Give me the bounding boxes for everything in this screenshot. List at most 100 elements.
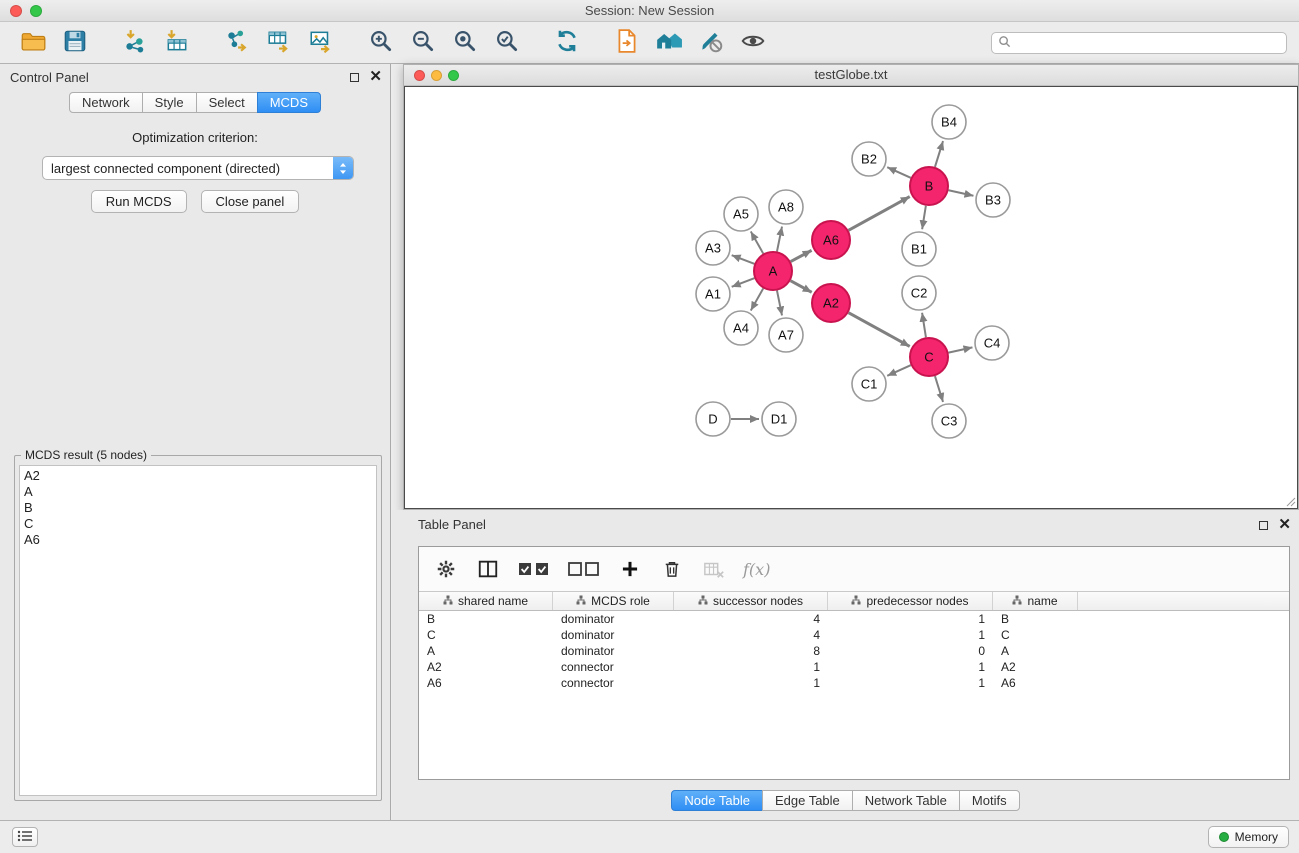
node-C1[interactable]: C1 [852, 367, 886, 401]
node-B3[interactable]: B3 [976, 183, 1010, 217]
import-network-button[interactable] [114, 25, 156, 61]
tab-network[interactable]: Network [69, 92, 143, 113]
criterion-dropdown[interactable]: largest connected component (directed) [42, 156, 354, 180]
node-table-body[interactable]: Bdominator41BCdominator41CAdominator80AA… [419, 611, 1289, 779]
edge-A-A8[interactable] [777, 227, 782, 252]
delete-table-button[interactable] [701, 556, 727, 582]
node-B[interactable]: B [910, 167, 948, 205]
network-zoom-button[interactable] [448, 70, 459, 81]
close-table-panel-icon[interactable]: ✕ [1278, 519, 1291, 531]
node-D[interactable]: D [696, 402, 730, 436]
edge-A-A7[interactable] [777, 291, 782, 316]
node-B1[interactable]: B1 [902, 232, 936, 266]
export-image-button[interactable] [300, 25, 342, 61]
tab-mcds[interactable]: MCDS [257, 92, 321, 113]
save-session-button[interactable] [54, 25, 96, 61]
node-A5[interactable]: A5 [724, 197, 758, 231]
result-list-item[interactable]: A [20, 484, 376, 500]
edge-A6-B[interactable] [849, 197, 910, 231]
table-tab-node-table[interactable]: Node Table [671, 790, 763, 811]
node-C2[interactable]: C2 [902, 276, 936, 310]
edge-A-A2[interactable] [791, 281, 812, 293]
close-panel-icon[interactable]: ✕ [369, 71, 382, 83]
table-tab-motifs[interactable]: Motifs [959, 790, 1020, 811]
float-table-panel-icon[interactable] [1259, 521, 1268, 530]
zoom-out-button[interactable] [402, 25, 444, 61]
table-row[interactable]: A6connector11A6 [419, 675, 1289, 691]
node-C4[interactable]: C4 [975, 326, 1009, 360]
edge-B-B3[interactable] [949, 190, 974, 195]
network-file-button[interactable] [606, 25, 648, 61]
memory-button[interactable]: Memory [1208, 826, 1289, 848]
network-minimize-button[interactable] [431, 70, 442, 81]
table-tab-edge-table[interactable]: Edge Table [762, 790, 853, 811]
mcds-result-list[interactable]: A2ABCA6 [19, 465, 377, 796]
search-input[interactable] [1015, 36, 1280, 50]
home-button[interactable] [648, 25, 690, 61]
node-A6[interactable]: A6 [812, 221, 850, 259]
zoom-in-button[interactable] [360, 25, 402, 61]
create-column-button[interactable] [617, 556, 643, 582]
result-list-item[interactable]: A6 [20, 532, 376, 548]
column-header-MCDS-role[interactable]: MCDS role [553, 592, 674, 610]
node-A1[interactable]: A1 [696, 277, 730, 311]
network-window-titlebar[interactable]: testGlobe.txt [404, 65, 1298, 86]
zoom-window-button[interactable] [30, 5, 42, 17]
deselect-all-button[interactable] [567, 556, 601, 582]
node-A8[interactable]: A8 [769, 190, 803, 224]
result-list-item[interactable]: A2 [20, 468, 376, 484]
edge-A-A1[interactable] [732, 278, 755, 287]
close-window-button[interactable] [10, 5, 22, 17]
node-D1[interactable]: D1 [762, 402, 796, 436]
table-row[interactable]: Adominator80A [419, 643, 1289, 659]
edge-C-C3[interactable] [935, 376, 943, 402]
graphics-details-button[interactable] [690, 25, 732, 61]
node-A7[interactable]: A7 [769, 318, 803, 352]
column-header-predecessor-nodes[interactable]: predecessor nodes [828, 592, 993, 610]
edge-A-A4[interactable] [751, 288, 763, 310]
edge-C-C2[interactable] [922, 313, 926, 337]
node-C[interactable]: C [910, 338, 948, 376]
table-row[interactable]: A2connector11A2 [419, 659, 1289, 675]
edge-C-C1[interactable] [887, 365, 911, 376]
edge-A-A3[interactable] [732, 255, 755, 264]
edge-A-A5[interactable] [751, 231, 763, 253]
table-row[interactable]: Cdominator41C [419, 627, 1289, 643]
edge-B-B1[interactable] [922, 206, 926, 229]
result-list-item[interactable]: B [20, 500, 376, 516]
select-all-button[interactable] [517, 556, 551, 582]
network-close-button[interactable] [414, 70, 425, 81]
show-column-button[interactable] [475, 556, 501, 582]
node-B4[interactable]: B4 [932, 105, 966, 139]
column-header-name[interactable]: name [993, 592, 1078, 610]
tab-select[interactable]: Select [196, 92, 258, 113]
table-row[interactable]: Bdominator41B [419, 611, 1289, 627]
zoom-fit-button[interactable] [444, 25, 486, 61]
node-A3[interactable]: A3 [696, 231, 730, 265]
result-list-item[interactable]: C [20, 516, 376, 532]
table-tab-network-table[interactable]: Network Table [852, 790, 960, 811]
zoom-selected-button[interactable] [486, 25, 528, 61]
edge-B-B4[interactable] [935, 141, 943, 167]
run-mcds-button[interactable]: Run MCDS [91, 190, 187, 213]
panel-list-button[interactable] [12, 827, 38, 847]
node-C3[interactable]: C3 [932, 404, 966, 438]
export-table-button[interactable] [258, 25, 300, 61]
edge-A-A6[interactable] [791, 250, 812, 261]
apply-layout-button[interactable] [546, 25, 588, 61]
resize-grip-icon[interactable] [1286, 497, 1296, 507]
close-panel-button[interactable]: Close panel [201, 190, 300, 213]
function-builder-button[interactable]: f(x) [743, 560, 770, 579]
edge-C-C4[interactable] [949, 347, 973, 352]
node-A[interactable]: A [754, 252, 792, 290]
import-table-button[interactable] [156, 25, 198, 61]
tab-style[interactable]: Style [142, 92, 197, 113]
export-network-button[interactable] [216, 25, 258, 61]
edge-B-B2[interactable] [887, 167, 911, 178]
column-header-shared-name[interactable]: shared name [419, 592, 553, 610]
toolbar-search[interactable] [991, 32, 1287, 54]
node-B2[interactable]: B2 [852, 142, 886, 176]
network-canvas[interactable]: B4B2BB3A5A8A6B1A3AC2A1A2A4A7C4CC1C3DD1 [404, 86, 1298, 509]
show-hide-details-button[interactable] [732, 25, 774, 61]
table-settings-button[interactable] [433, 556, 459, 582]
